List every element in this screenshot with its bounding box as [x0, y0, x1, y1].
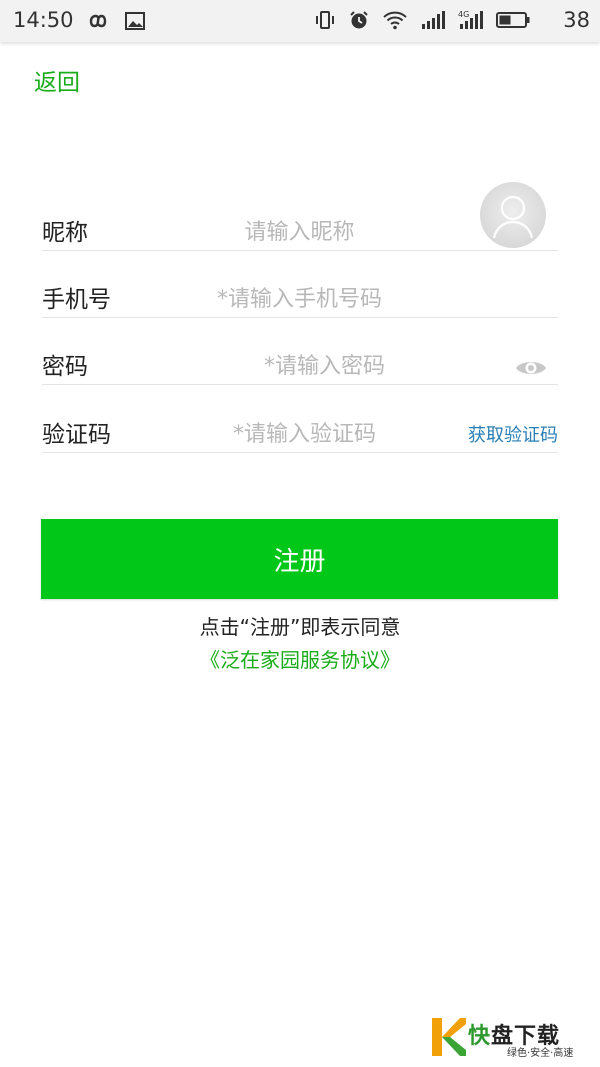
image-icon — [125, 12, 145, 30]
verification-code-label: 验证码 — [42, 422, 111, 448]
nickname-label: 昵称 — [42, 220, 88, 246]
signal-4g-icon: 4G — [458, 10, 483, 29]
get-code-button[interactable]: 获取验证码 — [468, 421, 558, 447]
password-label: 密码 — [42, 354, 88, 380]
back-button[interactable]: 返回 — [34, 63, 80, 97]
vibrate-icon — [316, 11, 334, 29]
register-button[interactable]: 注册 — [41, 519, 558, 599]
avatar[interactable] — [480, 182, 546, 248]
status-bar: 14:50 4G 38 — [0, 0, 600, 42]
agreement-text: 点击“注册”即表示同意 — [199, 615, 401, 639]
phone-label: 手机号 — [42, 287, 111, 313]
battery-icon — [496, 12, 530, 28]
password-row: 密码 — [42, 318, 558, 385]
k-logo-icon — [432, 1018, 466, 1056]
phone-row: 手机号 — [42, 251, 558, 318]
battery-percent: 38 — [563, 8, 590, 32]
infinity-icon — [89, 14, 107, 28]
verification-code-row: 验证码 获取验证码 — [42, 386, 558, 453]
agreement-link[interactable]: 《泛在家园服务协议》 — [0, 644, 600, 673]
user-icon — [492, 195, 534, 239]
svg-text:4G: 4G — [458, 10, 469, 19]
nickname-input[interactable] — [192, 216, 407, 248]
alarm-icon — [350, 11, 368, 29]
watermark-title-first: 快 — [468, 1024, 492, 1049]
eye-icon[interactable] — [514, 355, 548, 381]
signal-icon — [422, 11, 445, 29]
phone-input[interactable] — [177, 283, 422, 315]
watermark-subtitle: 绿色·安全·高速 — [507, 1048, 574, 1059]
watermark-logo: 快盘下载 绿色·安全·高速 — [430, 1016, 595, 1060]
status-time: 14:50 — [13, 8, 74, 32]
wifi-icon — [383, 11, 407, 30]
password-input[interactable] — [222, 350, 427, 382]
verification-code-input[interactable] — [202, 418, 407, 450]
